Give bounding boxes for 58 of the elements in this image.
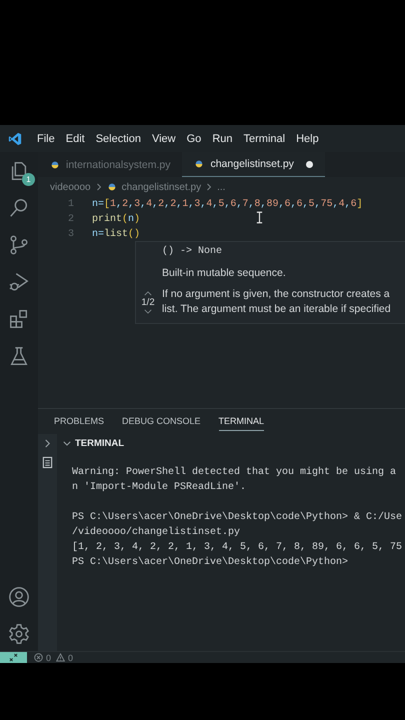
warning-count: 0 (68, 652, 74, 662)
search-icon[interactable] (8, 197, 30, 219)
terminal-line: Warning: PowerShell detected that you might be using a (72, 467, 396, 478)
breadcrumb-item[interactable]: videoooo (50, 182, 91, 192)
python-file-icon (50, 160, 60, 170)
menu-item[interactable]: Go (186, 132, 202, 144)
terminal-line: PS C:\Users\acer\OneDrive\Desktop\code\Python> & C:/Use (72, 512, 402, 523)
terminal-line: [1, 2, 3, 4, 2, 2, 1, 3, 4, 5, 6, 7, 8, 89, 6, 6, 5, 75 (72, 542, 402, 553)
chevron-right-icon[interactable] (44, 439, 51, 448)
doc-paragraph: If no argument is given, the constructor creates a list. The argument must be an iterable if specified (161, 287, 391, 317)
section-title[interactable]: TERMINAL (75, 438, 124, 449)
error-icon[interactable] (34, 653, 43, 662)
line-number: 1 (66, 199, 75, 210)
code-line: n=list() (92, 229, 140, 240)
flask-icon[interactable] (8, 345, 30, 367)
chevron-down-icon[interactable] (144, 308, 152, 314)
breadcrumb-item[interactable]: ... (217, 182, 226, 192)
menu-item[interactable]: File (37, 132, 55, 144)
vscode-logo-icon (8, 132, 22, 146)
text-cursor-icon (256, 211, 263, 224)
extensions-icon[interactable] (8, 308, 30, 330)
terminal-line: n 'Import-Module PSReadLine'. (72, 482, 246, 493)
line-number: 3 (66, 229, 75, 240)
account-icon[interactable] (8, 586, 30, 608)
menu-item[interactable]: View (152, 132, 176, 144)
chevron-right-icon (206, 183, 212, 191)
terminal-line: /videoooo/changelistinset.py (72, 527, 240, 538)
menu-item[interactable]: Help (296, 132, 319, 144)
chevron-up-icon[interactable] (144, 290, 152, 296)
clipboard-icon[interactable] (42, 456, 53, 469)
remote-button[interactable] (0, 652, 27, 663)
python-file-icon (194, 159, 204, 169)
menu-item[interactable]: Selection (96, 132, 141, 144)
code-line: print(n) (92, 214, 140, 225)
line-number: 2 (66, 214, 75, 225)
menu-item[interactable]: Terminal (244, 132, 286, 144)
chevron-down-icon[interactable] (63, 441, 71, 446)
menu-item[interactable]: Run (212, 132, 232, 144)
error-count: 0 (46, 652, 52, 662)
notification-badge: 1 (22, 173, 35, 186)
chevron-right-icon (96, 183, 102, 191)
signature-text: () -> None (161, 246, 224, 257)
python-file-icon (106, 182, 117, 192)
code-line: n=[1,2,3,4,2,2,1,3,4,5,6,7,8,89,6,6,5,75,4,6] (92, 199, 363, 210)
unsaved-dot-icon (306, 160, 313, 168)
source-control-icon[interactable] (8, 234, 30, 256)
menu-item[interactable]: Edit (66, 132, 85, 144)
doc-summary: Built-in mutable sequence. (161, 267, 287, 279)
panel-tab[interactable]: TERMINAL (218, 412, 264, 431)
editor-tab[interactable]: changelistinset.py (182, 152, 325, 177)
panel-tab[interactable]: DEBUG CONSOLE (122, 412, 201, 431)
panel-tab[interactable]: PROBLEMS (54, 412, 104, 431)
warning-icon[interactable] (56, 653, 66, 662)
settings-icon[interactable] (8, 623, 30, 645)
overload-counter: 1/2 (141, 296, 155, 308)
run-debug-icon[interactable] (8, 271, 30, 293)
terminal-line: PS C:\Users\acer\OneDrive\Desktop\code\Python> (72, 557, 348, 568)
breadcrumb-item[interactable]: changelistinset.py (122, 182, 202, 192)
